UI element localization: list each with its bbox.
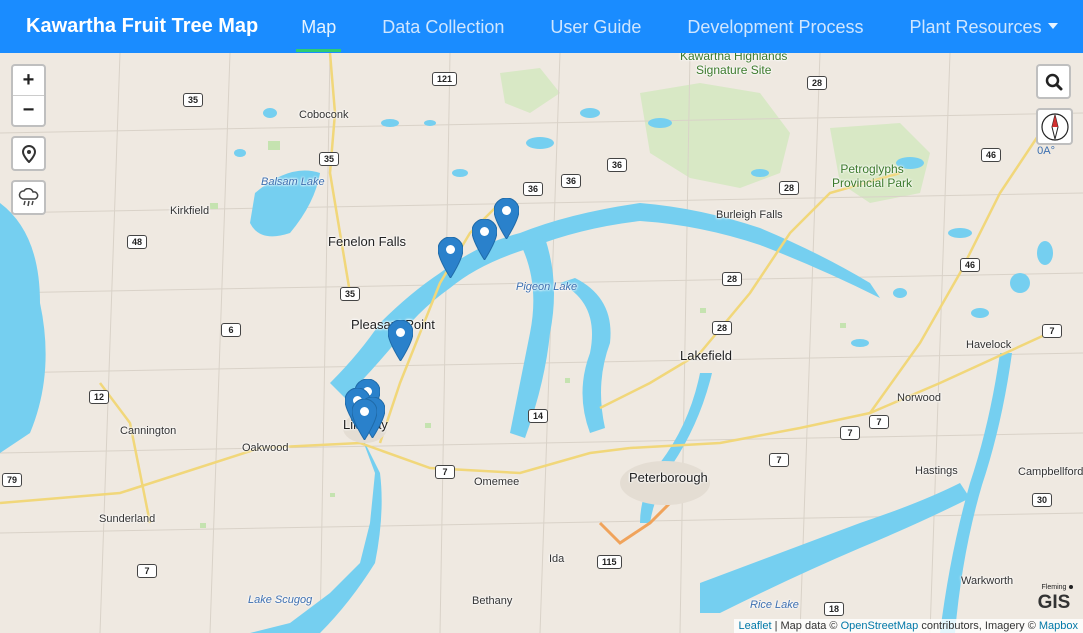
- place-label: Lakefield: [680, 348, 733, 363]
- place-label: Bethany: [472, 595, 513, 607]
- nav-user-guide[interactable]: User Guide: [550, 0, 641, 53]
- place-label: Ida: [549, 553, 565, 565]
- map-canvas[interactable]: Coboconk Balsam Lake Kirkfield Fenelon F…: [0, 53, 1083, 633]
- place-label: Coboconk: [299, 109, 349, 121]
- place-label: Peterborough: [629, 470, 708, 485]
- osm-link[interactable]: OpenStreetMap: [841, 620, 919, 632]
- highway-shield: 7: [435, 465, 455, 479]
- place-label: Petroglyphs Provincial Park: [832, 162, 913, 190]
- highway-shield: 12: [89, 390, 110, 404]
- map-pin-icon: [494, 198, 519, 239]
- compass-reading: 0A°: [1037, 145, 1055, 157]
- place-label: Norwood: [897, 392, 942, 404]
- highway-shield: 18: [824, 602, 845, 616]
- highway-shield: 7: [769, 453, 789, 467]
- place-label: Oakwood: [242, 442, 289, 454]
- highway-shield: 7: [840, 426, 860, 440]
- highway-shield: 46: [960, 258, 981, 272]
- brand-title[interactable]: Kawartha Fruit Tree Map: [26, 15, 258, 38]
- chevron-down-icon: [1047, 23, 1058, 30]
- place-label: Omemee: [474, 476, 520, 488]
- fruit-tree-marker[interactable]: [352, 399, 377, 440]
- locate-button[interactable]: [11, 136, 46, 171]
- place-label: Pigeon Lake: [516, 281, 578, 293]
- fleming-gis-logo-graphic: Fleming GIS: [1038, 584, 1073, 613]
- place-label: Balsam Lake: [261, 176, 325, 188]
- highway-shield: 28: [712, 321, 733, 335]
- highway-shield: 28: [722, 272, 743, 286]
- place-label: Rice Lake: [750, 599, 799, 611]
- place-label: Warkworth: [961, 575, 1014, 587]
- place-label: Kawartha Highlands Signature Site: [680, 53, 788, 77]
- highway-shield: 115: [597, 555, 622, 569]
- nav-data-collection[interactable]: Data Collection: [382, 0, 504, 53]
- map-pin-icon: [438, 237, 463, 278]
- leaflet-link[interactable]: Leaflet: [739, 620, 772, 632]
- fleming-gis-logo: Fleming GIS: [1033, 581, 1075, 613]
- weather-button[interactable]: [11, 180, 46, 215]
- navbar: Kawartha Fruit Tree Map Map Data Collect…: [0, 0, 1083, 53]
- fruit-tree-marker[interactable]: [494, 198, 519, 239]
- compass-icon: [1040, 112, 1069, 141]
- search-button[interactable]: [1036, 64, 1071, 99]
- nav-development-process[interactable]: Development Process: [687, 0, 863, 53]
- nav-map[interactable]: Map: [296, 0, 342, 53]
- zoom-out-button[interactable]: −: [13, 95, 44, 125]
- place-label: Cannington: [120, 425, 177, 437]
- nav-plant-resources[interactable]: Plant Resources: [910, 0, 1058, 53]
- highway-shield: 35: [319, 152, 340, 166]
- highway-shield: 14: [528, 409, 549, 423]
- location-pin-icon: [21, 144, 36, 163]
- zoom-control: + −: [11, 64, 46, 127]
- lake-shape: [700, 483, 970, 613]
- svg-text:GIS: GIS: [1038, 592, 1071, 611]
- small-lakes: [234, 108, 1053, 347]
- highway-shield: 36: [561, 174, 582, 188]
- lake-shape: [560, 278, 611, 433]
- highway-shield: 7: [1042, 324, 1062, 338]
- fruit-tree-marker[interactable]: [438, 237, 463, 278]
- map-attribution: Leaflet | Map data © OpenStreetMap contr…: [733, 619, 1083, 633]
- map-pin-icon: [472, 219, 497, 260]
- highway-shield: 6: [221, 323, 241, 337]
- place-label: Burleigh Falls: [716, 209, 783, 221]
- mapbox-link[interactable]: Mapbox: [1039, 620, 1078, 632]
- attribution-text: contributors, Imagery ©: [918, 620, 1039, 632]
- svg-text:Fleming: Fleming: [1042, 584, 1067, 591]
- attribution-text: | Map data ©: [771, 620, 841, 632]
- zoom-in-button[interactable]: +: [13, 66, 44, 95]
- compass-button[interactable]: [1036, 108, 1073, 145]
- fruit-tree-marker[interactable]: [388, 320, 413, 361]
- place-label: Sunderland: [99, 513, 156, 525]
- place-label: Hastings: [915, 465, 958, 477]
- highway-shield: 28: [779, 181, 800, 195]
- river-shape: [330, 203, 880, 398]
- highway-shield: 35: [183, 93, 204, 107]
- rain-cloud-icon: [18, 187, 38, 206]
- place-label: Fenelon Falls: [328, 234, 407, 249]
- highway-shield: 7: [137, 564, 157, 578]
- nav-plant-resources-label: Plant Resources: [909, 17, 1042, 37]
- highway-shield: 121: [432, 72, 458, 86]
- highway-shield: 35: [340, 287, 361, 301]
- highway-shield: 28: [807, 76, 828, 90]
- park-area: [500, 68, 560, 113]
- map-basemap: [0, 53, 1083, 633]
- lake-shape: [0, 203, 46, 453]
- highway-shield: 36: [523, 182, 544, 196]
- highway-shield: 30: [1032, 493, 1053, 507]
- highway-shield: 36: [607, 158, 628, 172]
- place-label: Havelock: [966, 339, 1012, 351]
- fruit-tree-marker[interactable]: [472, 219, 497, 260]
- map-pin-icon: [388, 320, 413, 361]
- place-label: Lake Scugog: [248, 594, 313, 606]
- highway-shield: 7: [869, 415, 889, 429]
- highway-shield: 48: [127, 235, 148, 249]
- place-label: Kirkfield: [170, 205, 210, 217]
- search-icon: [1045, 73, 1062, 90]
- highway-shield: 46: [981, 148, 1002, 162]
- highway-shield: 79: [2, 473, 23, 487]
- place-label: Campbellford: [1018, 466, 1083, 478]
- map-pin-icon: [352, 399, 377, 440]
